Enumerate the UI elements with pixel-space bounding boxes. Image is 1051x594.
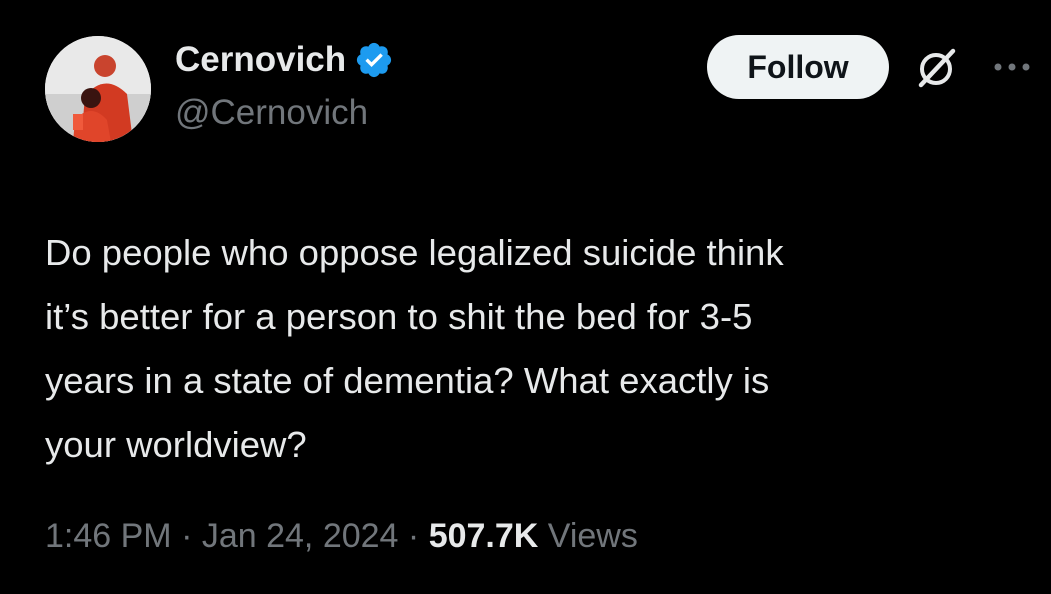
author-handle[interactable]: @Cernovich <box>175 92 368 134</box>
author-display-name[interactable]: Cernovich <box>175 40 346 80</box>
author-name-row[interactable]: Cernovich <box>175 40 394 80</box>
tweet-text: Do people who oppose legalized suicide t… <box>45 232 784 465</box>
meta-separator: · <box>398 517 429 555</box>
tweet-date[interactable]: Jan 24, 2024 <box>202 517 399 555</box>
avatar-photo <box>45 36 151 142</box>
grok-icon[interactable] <box>913 45 959 91</box>
tweet-time[interactable]: 1:46 PM <box>45 517 172 555</box>
more-options-icon[interactable] <box>990 55 1034 79</box>
follow-button[interactable]: Follow <box>707 35 889 99</box>
views-count: 507.7K <box>428 517 539 555</box>
tweet-meta: 1:46 PM · Jan 24, 2024 · 507.7K Views <box>45 513 638 559</box>
views-label: Views <box>538 517 638 555</box>
avatar[interactable] <box>45 36 151 142</box>
meta-separator: · <box>171 517 202 555</box>
verified-badge-icon <box>354 40 394 80</box>
